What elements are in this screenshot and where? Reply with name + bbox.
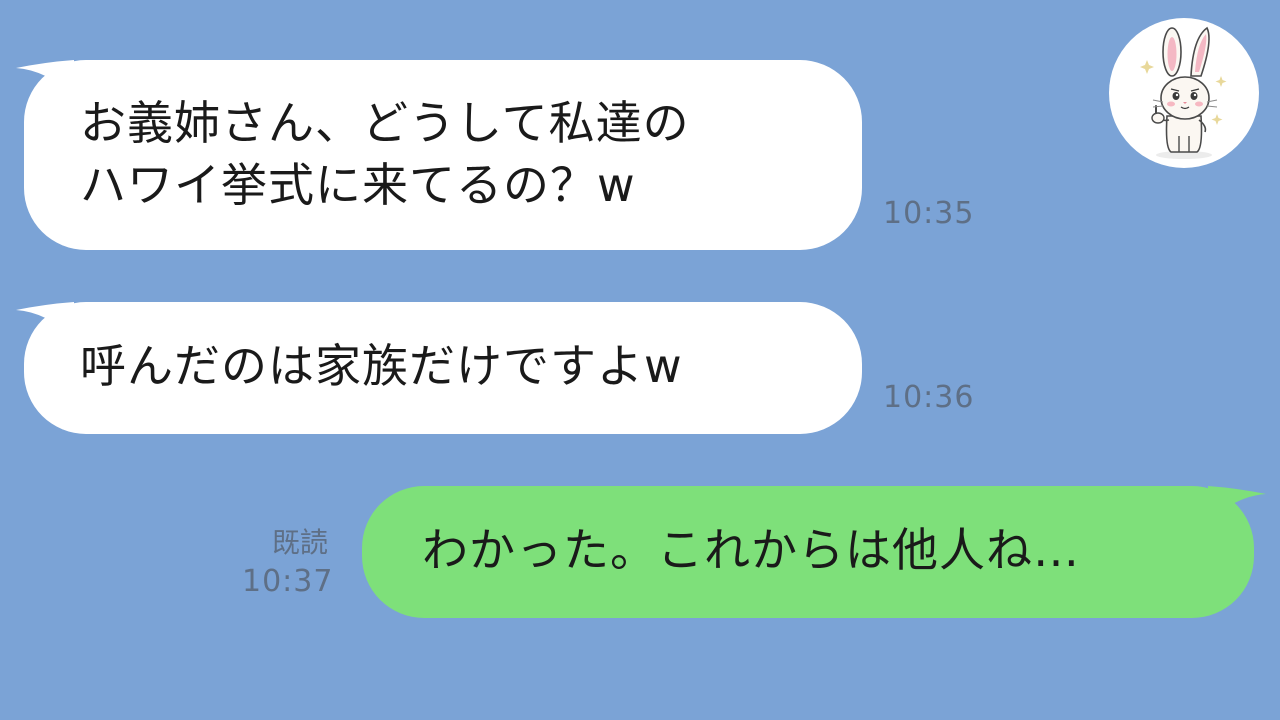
message-text-line: ハワイ挙式に来てるの？w (80, 158, 636, 212)
message-timestamp: 10:37 (242, 564, 334, 599)
message-text-line: 呼んだのは家族だけですよw (80, 339, 683, 393)
message-text-line: お義姉さん、どうして私達の (80, 96, 690, 150)
message-timestamp: 10:35 (883, 196, 975, 231)
message-bubble[interactable]: 呼んだのは家族だけですよw (24, 302, 862, 434)
chat-screen: お義姉さん、どうして私達の ハワイ挙式に来てるの？w 10:35 呼んだのは家族… (0, 0, 1280, 720)
message-timestamp: 10:36 (883, 380, 975, 415)
rabbit-avatar-icon (1140, 26, 1227, 159)
message-text-line: わかった。これからは他人ね… (422, 523, 1080, 577)
read-receipt: 既読 (272, 526, 329, 559)
message-bubble[interactable]: わかった。これからは他人ね… (362, 486, 1254, 618)
message-bubble[interactable]: お義姉さん、どうして私達の ハワイ挙式に来てるの？w (24, 60, 862, 250)
avatar[interactable] (1109, 18, 1259, 168)
